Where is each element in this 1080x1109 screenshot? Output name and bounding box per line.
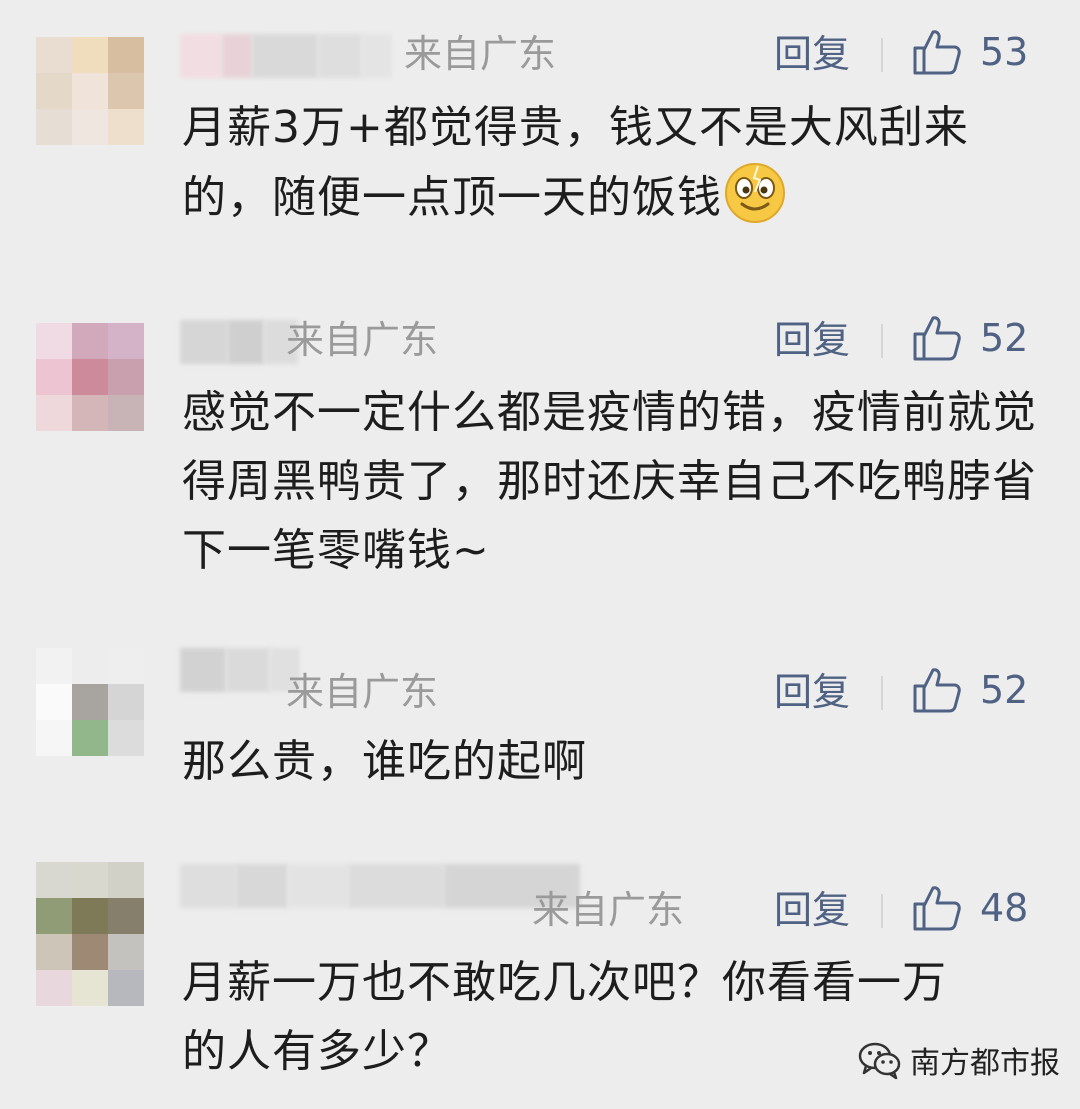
username-pixel [222,34,252,78]
watermark-text: 南方都市报 [910,1046,1060,1081]
avatar-pixel [36,73,72,109]
reply-button[interactable]: 回复 [774,32,850,76]
avatar-pixel [72,395,108,431]
avatar-pixel [108,684,144,720]
avatar-pixel [72,73,108,109]
like-count: 52 [980,668,1029,712]
avatar-pixel [36,898,72,934]
thumbs-up-icon[interactable] [912,314,962,362]
avatar-pixel [72,648,108,684]
comment-text: 月薪3万+都觉得贵，钱又不是大风刮来的，随便一点顶一天的饭钱 [182,93,1042,232]
like-count: 52 [980,316,1029,360]
avatar-pixel [108,862,144,898]
username-blurred[interactable] [180,648,300,692]
avatar-pixel [108,37,144,73]
avatar-pixel [108,359,144,395]
avatar-pixel [72,684,108,720]
divider [881,38,883,72]
reply-button[interactable]: 回复 [774,888,850,932]
avatar-pixel [72,109,108,145]
divider [881,676,883,710]
avatar-pixel [72,934,108,970]
avatar-pixel [72,359,108,395]
divider [881,894,883,928]
username-pixel [348,864,444,908]
username-pixel [180,320,228,364]
avatar-pixel [36,37,72,73]
avatar-pixel [72,862,108,898]
avatar-pixel [36,109,72,145]
avatar-pixel [36,862,72,898]
avatar-pixel [36,323,72,359]
username-blurred[interactable] [180,34,392,78]
comment-text: 月薪一万也不敢吃几次吧？你看看一万的人有多少？ [182,957,947,1077]
location-label: 来自广东 [532,888,685,932]
avatar[interactable] [36,323,144,431]
avatar-pixel [108,720,144,756]
avatar-pixel [72,37,108,73]
avatar-pixel [108,934,144,970]
avatar-pixel [36,395,72,431]
username-pixel [180,34,222,78]
avatar[interactable] [36,862,144,1006]
avatar-pixel [108,395,144,431]
username-pixel [228,320,264,364]
smiling-face-emoji [725,163,785,223]
avatar-pixel [72,970,108,1006]
username-pixel [288,864,348,908]
username-pixel [252,34,318,78]
location-label: 来自广东 [286,670,439,714]
avatar[interactable] [36,648,144,756]
avatar-pixel [36,970,72,1006]
avatar-pixel [108,109,144,145]
avatar-pixel [108,648,144,684]
comment-text: 感觉不一定什么都是疫情的错，疫情前就觉得周黑鸭贵了，那时还庆幸自己不吃鸭脖省下一… [182,387,1037,576]
avatar-pixel [108,73,144,109]
reply-button[interactable]: 回复 [774,318,850,362]
username-pixel [180,864,236,908]
avatar-pixel [72,720,108,756]
thumbs-up-icon[interactable] [912,884,962,932]
divider [881,324,883,358]
avatar-pixel [36,720,72,756]
username-pixel [226,648,270,692]
avatar-pixel [108,898,144,934]
comment-text-content: 月薪3万+都觉得贵，钱又不是大风刮来的，随便一点顶一天的饭钱 [182,102,969,223]
avatar-pixel [72,898,108,934]
avatar-pixel [72,323,108,359]
avatar-pixel [36,359,72,395]
username-blurred[interactable] [180,320,298,364]
username-pixel [318,34,362,78]
username-blurred[interactable] [180,864,580,908]
avatar-pixel [108,323,144,359]
username-pixel [362,34,392,78]
wechat-icon [858,1042,901,1080]
like-count: 53 [980,30,1029,74]
avatar-pixel [36,934,72,970]
thumbs-up-icon[interactable] [912,666,962,714]
avatar-pixel [108,970,144,1006]
reply-button[interactable]: 回复 [774,670,850,714]
username-pixel [236,864,288,908]
avatar-pixel [36,648,72,684]
avatar-pixel [36,684,72,720]
thumbs-up-icon[interactable] [912,28,962,76]
username-pixel [180,648,226,692]
avatar[interactable] [36,37,144,145]
location-label: 来自广东 [404,32,557,76]
location-label: 来自广东 [286,318,439,362]
like-count: 48 [980,886,1029,930]
watermark: 南方都市报 [858,1030,1060,1090]
comment-text: 那么贵，谁吃的起啊 [182,736,587,787]
